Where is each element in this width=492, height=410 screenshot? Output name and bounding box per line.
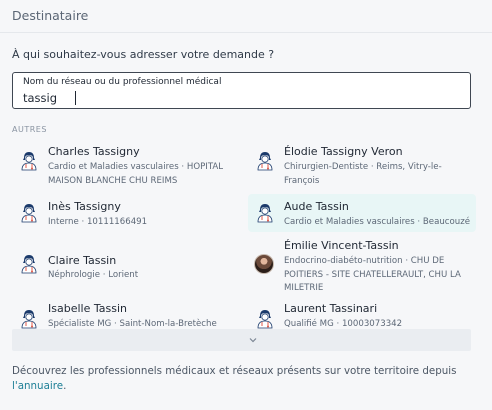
- text-caret: [75, 91, 76, 105]
- result-name: Élodie Tassigny Veron: [284, 145, 403, 158]
- search-field[interactable]: Nom du réseau ou du professionnel médica…: [12, 72, 471, 109]
- question-label: À qui souhaitez-vous adresser votre dema…: [12, 48, 275, 61]
- result-name: Claire Tassin: [48, 254, 117, 267]
- doctor-icon: [256, 309, 274, 329]
- doctor-icon: [20, 203, 38, 223]
- scroll-more-indicator[interactable]: [12, 329, 471, 351]
- result-details: Néphrologie · Lorient: [48, 270, 139, 280]
- doctor-icon: [256, 151, 274, 171]
- recipient-panel: Destinataire À qui souhaitez-vous adress…: [0, 0, 492, 410]
- results-section-label: AUTRES: [12, 125, 47, 134]
- directory-link[interactable]: l'annuaire: [12, 380, 63, 392]
- result-details: Interne · 10111166491: [48, 217, 148, 227]
- doctor-icon: [256, 203, 274, 223]
- result-details: Endocrino-diabéto-nutrition · CHU DE POI…: [284, 256, 461, 293]
- chevron-down-icon: [249, 338, 257, 343]
- result-name: Aude Tassin: [284, 200, 349, 213]
- result-name: Émilie Vincent-Tassin: [284, 239, 399, 252]
- doctor-icon: [20, 309, 38, 329]
- user-photo-avatar: [254, 254, 274, 274]
- result-details: Cardio et Maladies vasculaires · Beaucou…: [284, 217, 471, 227]
- result-details: Cardio et Maladies vasculaires · HOPITAL…: [48, 162, 224, 186]
- result-item-highlighted[interactable]: Aude Tassin Cardio et Maladies vasculair…: [248, 194, 476, 232]
- footer-text: Découvrez les professionnels médicaux et…: [12, 364, 472, 394]
- result-item[interactable]: Charles Tassigny Cardio et Maladies vasc…: [12, 139, 240, 191]
- divider: [0, 32, 492, 33]
- result-item[interactable]: Claire Tassin Néphrologie · Lorient: [12, 242, 240, 292]
- result-item[interactable]: Élodie Tassigny Veron Chirurgien-Dentist…: [248, 139, 476, 191]
- doctor-icon: [20, 151, 38, 171]
- result-details: Chirurgien-Dentiste · Reims, Vitry-le-Fr…: [284, 162, 442, 186]
- result-name: Inès Tassigny: [48, 200, 121, 213]
- result-item[interactable]: Émilie Vincent-Tassin Endocrino-diabéto-…: [248, 235, 476, 297]
- footer-end: .: [63, 380, 67, 392]
- result-name: Charles Tassigny: [48, 145, 140, 158]
- search-field-label: Nom du réseau ou du professionnel médica…: [23, 77, 222, 87]
- result-item[interactable]: Inès Tassigny Interne · 10111166491: [12, 194, 240, 232]
- search-input[interactable]: [23, 91, 453, 105]
- result-name: Laurent Tassinari: [284, 302, 378, 315]
- results-list[interactable]: Charles Tassigny Cardio et Maladies vasc…: [0, 139, 492, 351]
- result-name: Isabelle Tassin: [48, 302, 127, 315]
- footer-message: Découvrez les professionnels médicaux et…: [12, 365, 457, 377]
- section-title: Destinataire: [12, 8, 89, 23]
- doctor-icon: [20, 254, 38, 274]
